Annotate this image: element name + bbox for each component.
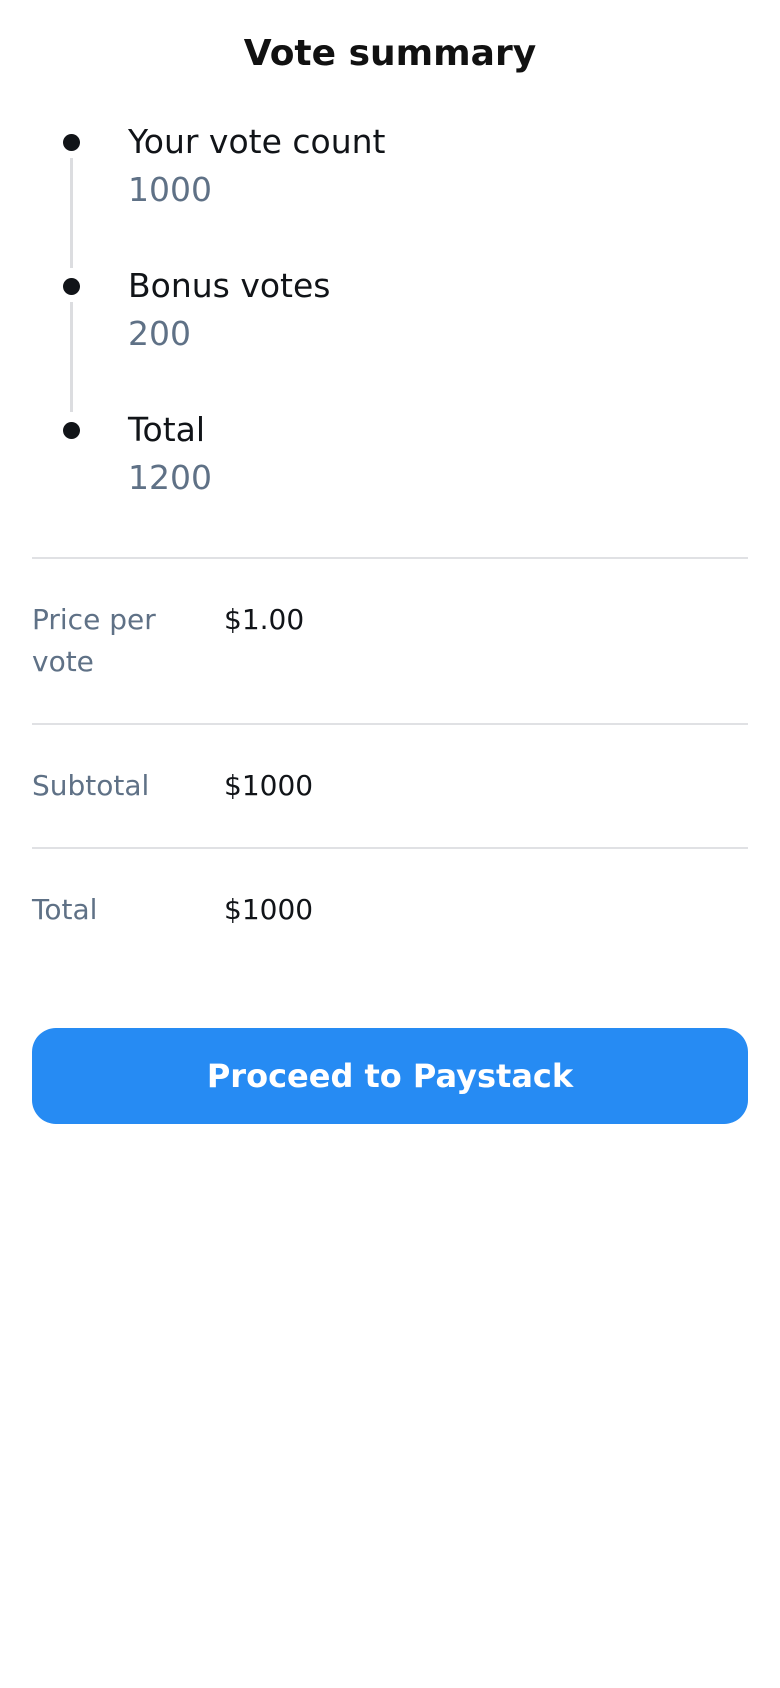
divider — [32, 723, 748, 725]
timeline-connector — [70, 158, 73, 268]
timeline-item-vote-count: Your vote count 1000 — [0, 120, 780, 268]
page-title: Vote summary — [243, 33, 537, 74]
timeline-bullet-icon — [63, 422, 80, 439]
timeline-item-label: Bonus votes — [128, 266, 331, 305]
timeline-item-bonus-votes: Bonus votes 200 — [0, 264, 780, 412]
proceed-to-paystack-button[interactable]: Proceed to Paystack — [32, 1028, 748, 1124]
timeline-item-value: 200 — [128, 314, 191, 353]
summary-row-label: Subtotal — [32, 769, 150, 802]
timeline-item-value: 1200 — [128, 458, 212, 497]
summary-row-value: $1000 — [224, 893, 314, 926]
timeline-item-label: Total — [128, 410, 206, 449]
summary-row-value: $1000 — [224, 769, 314, 802]
divider — [32, 847, 748, 849]
timeline-bullet-icon — [63, 134, 80, 151]
timeline-item-value: 1000 — [128, 170, 212, 209]
divider — [32, 557, 748, 559]
timeline-connector — [70, 302, 73, 412]
timeline-item-label: Your vote count — [128, 122, 386, 161]
summary-row-label: Total — [32, 893, 98, 926]
summary-row-label: Price per vote — [32, 603, 156, 678]
timeline-item-total: Total 1200 — [0, 408, 780, 528]
timeline-bullet-icon — [63, 278, 80, 295]
summary-row-value: $1.00 — [224, 603, 305, 636]
